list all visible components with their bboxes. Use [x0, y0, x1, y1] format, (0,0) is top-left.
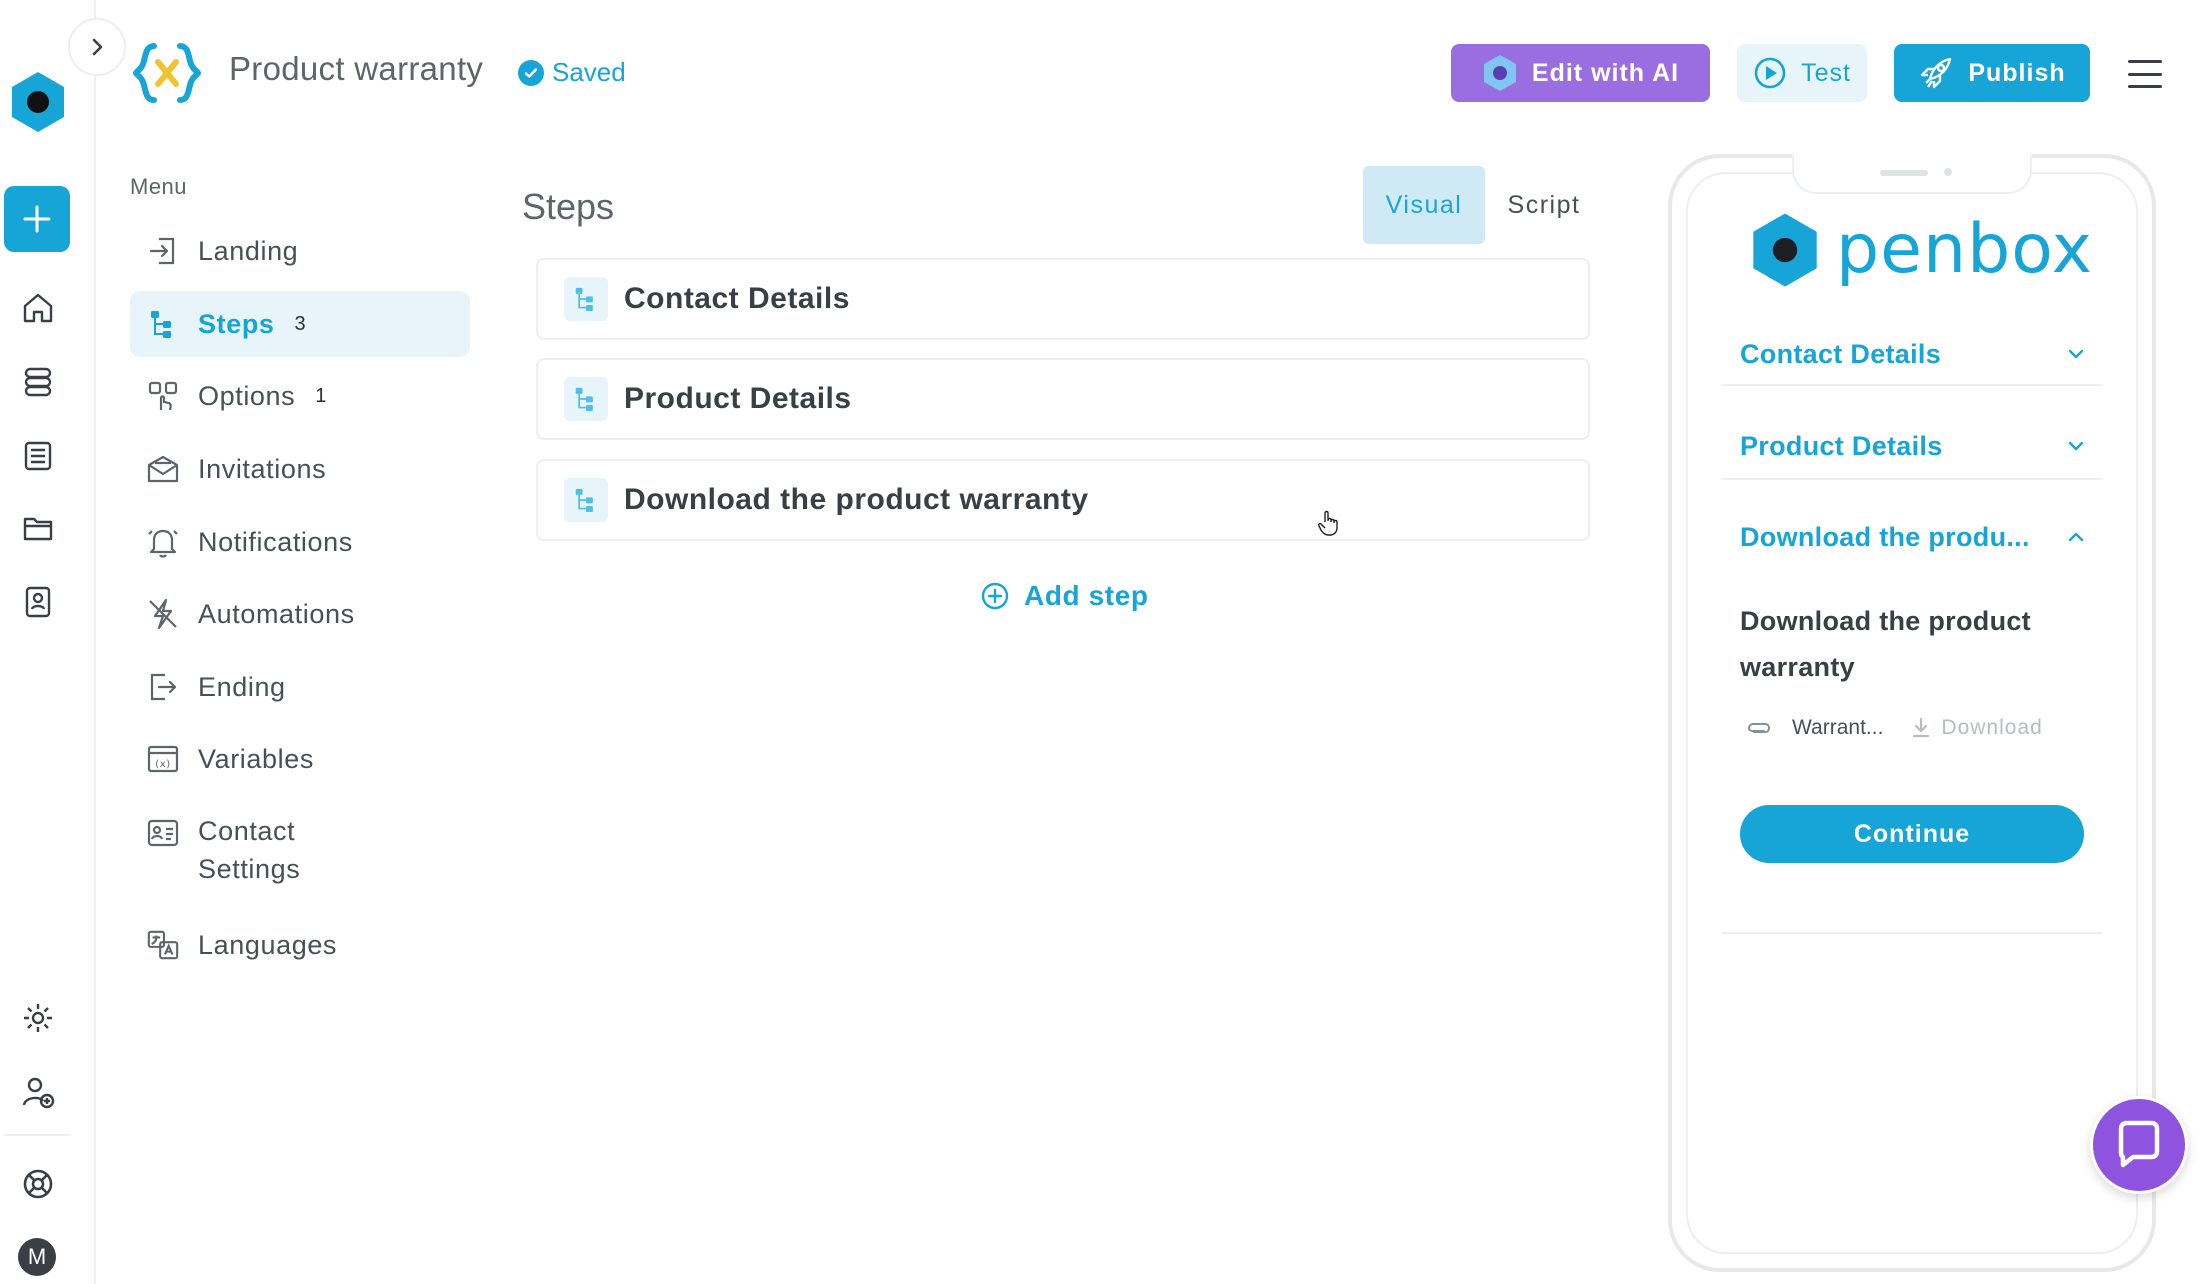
chevron-down-icon — [2068, 441, 2084, 451]
preview-continue-button[interactable]: Continue — [1740, 805, 2084, 863]
add-user-icon[interactable] — [20, 1074, 56, 1110]
file-name[interactable]: Warrant... — [1792, 716, 1883, 740]
chevron-right-icon — [92, 38, 103, 56]
edit-with-ai-button[interactable]: Edit with AI — [1451, 44, 1710, 102]
view-mode-toggle: Visual Script — [1363, 166, 1603, 244]
contact-card-icon — [146, 816, 180, 850]
preview-accordion-download[interactable]: Download the produ... — [1722, 506, 2102, 568]
languages-icon — [146, 928, 180, 962]
add-step-button[interactable]: Add step — [980, 580, 1149, 612]
step-card[interactable]: Product Details — [536, 358, 1590, 440]
login-icon — [146, 234, 180, 268]
script-tab[interactable]: Script — [1485, 166, 1603, 244]
preview-divider — [1722, 932, 2102, 934]
play-circle-icon — [1754, 57, 1786, 89]
hamburger-menu-icon[interactable] — [2128, 60, 2162, 88]
saved-label: Saved — [552, 57, 626, 87]
step-icon — [564, 277, 608, 321]
plus-circle-icon — [981, 582, 1009, 610]
flow-variable-icon — [132, 40, 202, 106]
menu-item-contact-settings[interactable]: Contact Settings — [130, 800, 470, 892]
rocket-icon — [1921, 57, 1952, 89]
mobile-preview-frame — [1668, 154, 2156, 1272]
visual-tab[interactable]: Visual — [1363, 166, 1485, 244]
save-status: Saved — [518, 57, 626, 88]
forms-list-icon[interactable] — [20, 438, 56, 474]
left-rail: M — [0, 0, 96, 1284]
logout-icon — [146, 670, 180, 704]
penbox-logo[interactable] — [10, 70, 66, 134]
menu-title: Menu — [130, 174, 188, 199]
database-icon[interactable] — [20, 364, 56, 400]
step-card[interactable]: Contact Details — [536, 258, 1590, 340]
preview-brand-logo: penbox — [1750, 210, 2093, 289]
svg-text:(x): (x) — [155, 759, 171, 770]
menu-item-invitations[interactable]: Invitations — [130, 436, 470, 502]
preview-file-attachment: Warrant... Download — [1746, 716, 2043, 740]
step-card[interactable]: Download the product warranty — [536, 459, 1590, 541]
preview-accordion-product-details[interactable]: Product Details — [1722, 414, 2102, 480]
envelope-icon — [146, 452, 180, 486]
gear-icon[interactable] — [20, 1000, 56, 1036]
menu-item-options[interactable]: Options 1 — [130, 363, 470, 429]
penbox-hexagon-icon — [1753, 212, 1817, 287]
steps-count-badge: 3 — [294, 312, 307, 335]
help-lifebuoy-icon[interactable] — [20, 1166, 56, 1202]
lightning-icon — [146, 597, 180, 631]
steps-title: Steps — [522, 186, 615, 227]
home-icon[interactable] — [20, 290, 56, 326]
variable-icon: (x) — [146, 742, 180, 776]
step-icon — [564, 377, 608, 421]
chat-bubble-icon — [2118, 1120, 2160, 1168]
menu-item-automations[interactable]: Automations — [130, 581, 470, 647]
ai-hexagon-icon — [1483, 55, 1516, 91]
rail-divider — [4, 1134, 70, 1136]
expand-sidebar-button[interactable] — [68, 18, 126, 76]
options-icon — [146, 379, 180, 413]
download-link[interactable]: Download — [1911, 716, 2042, 740]
menu-item-ending[interactable]: Ending — [130, 654, 470, 720]
test-button[interactable]: Test — [1737, 44, 1867, 102]
step-icon — [564, 478, 608, 522]
chevron-down-icon — [2068, 349, 2084, 359]
menu-item-steps[interactable]: Steps 3 — [130, 291, 470, 357]
contacts-book-icon[interactable] — [20, 584, 56, 620]
options-count-badge: 1 — [315, 384, 327, 407]
download-icon — [1913, 717, 1930, 738]
menu-item-languages[interactable]: Languages — [130, 912, 470, 978]
menu-item-notifications[interactable]: Notifications — [130, 509, 470, 575]
page-title[interactable]: Product warranty — [229, 50, 483, 88]
menu-item-variables[interactable]: (x) Variables — [130, 726, 470, 792]
chat-support-button[interactable] — [2090, 1096, 2188, 1194]
bell-icon — [146, 525, 180, 559]
create-new-button[interactable] — [4, 186, 70, 252]
paperclip-icon — [1747, 723, 1771, 733]
steps-icon — [146, 307, 180, 341]
preview-accordion-contact-details[interactable]: Contact Details — [1722, 324, 2102, 386]
hand-pointer-cursor-icon — [1318, 510, 1340, 536]
user-avatar[interactable]: M — [18, 1238, 56, 1276]
chevron-up-icon — [2068, 532, 2084, 542]
check-circle-icon — [518, 59, 544, 86]
publish-button[interactable]: Publish — [1894, 44, 2090, 102]
preview-step-heading: Download the product warranty — [1740, 606, 2031, 682]
folder-icon[interactable] — [20, 510, 56, 546]
menu-item-landing[interactable]: Landing — [130, 218, 470, 284]
